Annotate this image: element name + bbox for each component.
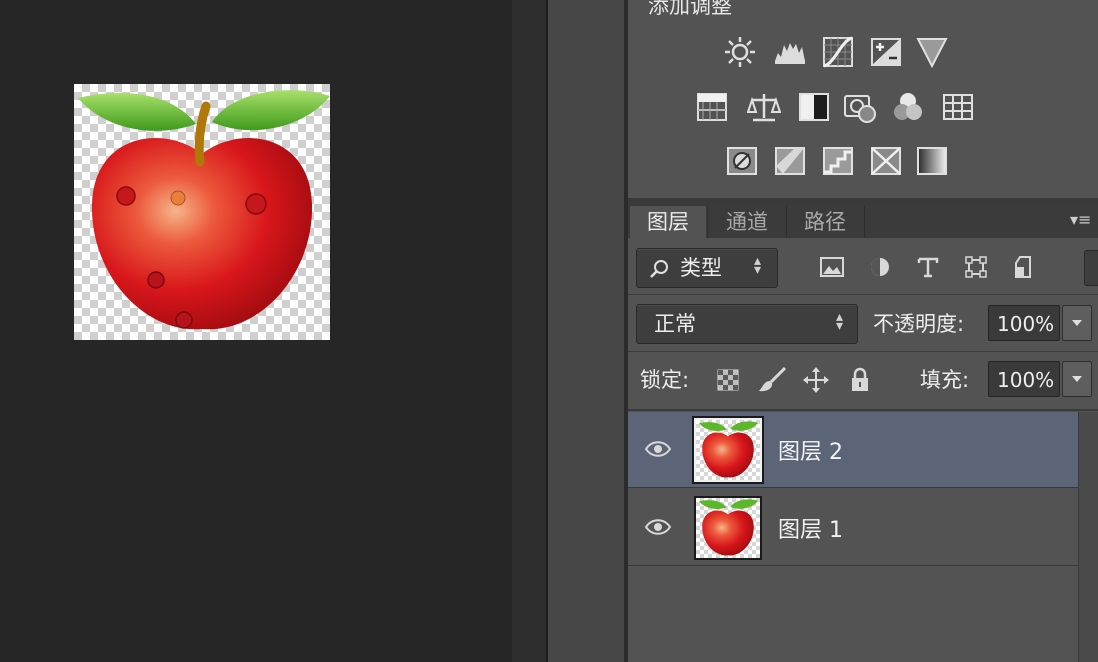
layer-filter-label: 类型 — [680, 256, 722, 280]
channel-mixer-icon[interactable] — [890, 89, 926, 125]
invert-icon[interactable] — [724, 143, 760, 179]
opacity-dropdown-button[interactable] — [1062, 305, 1092, 341]
lock-all-icon[interactable] — [846, 366, 874, 394]
exposure-icon[interactable] — [868, 34, 904, 70]
row-separator — [628, 409, 1098, 411]
tab-channels[interactable]: 通道 — [707, 206, 787, 238]
lock-position-icon[interactable] — [802, 366, 830, 394]
eye-icon[interactable] — [644, 438, 672, 460]
posterize-icon[interactable] — [772, 143, 808, 179]
layer-name[interactable]: 图层 2 — [778, 434, 843, 466]
smart-object-filter-icon[interactable] — [1010, 253, 1038, 281]
panel-separator — [628, 198, 1098, 206]
document-image[interactable] — [74, 84, 330, 340]
opacity-label: 不透明度: — [873, 312, 965, 336]
selective-color-icon[interactable] — [868, 143, 904, 179]
apple-thumbnail — [698, 421, 758, 478]
layer-name[interactable]: 图层 1 — [778, 512, 843, 544]
color-balance-icon[interactable] — [746, 89, 782, 125]
type-filter-icon[interactable] — [914, 253, 942, 281]
brightness-contrast-icon[interactable] — [722, 34, 758, 70]
row-separator — [628, 294, 1098, 295]
vibrance-icon[interactable] — [914, 34, 950, 70]
photo-filter-icon[interactable] — [842, 89, 878, 125]
shape-filter-icon[interactable] — [962, 253, 990, 281]
lock-transparent-pixels-icon[interactable] — [714, 366, 742, 394]
fill-label: 填充: — [920, 368, 970, 392]
layer-thumbnail[interactable] — [692, 416, 764, 484]
collapsed-panel-dock — [548, 0, 624, 662]
updown-arrows-icon: ▴ ▾ — [754, 253, 762, 278]
levels-icon[interactable] — [772, 34, 808, 70]
lock-label: 锁定: — [640, 368, 690, 392]
search-icon — [648, 258, 670, 284]
layer-thumbnail[interactable] — [694, 496, 762, 560]
image-filter-icon[interactable] — [818, 253, 846, 281]
updown-arrows-icon: ▴ ▾ — [836, 309, 844, 334]
eye-icon[interactable] — [644, 516, 672, 538]
layers-empty-area[interactable] — [628, 568, 1078, 662]
lock-image-pixels-icon[interactable] — [758, 366, 786, 394]
apple-artwork — [78, 90, 330, 330]
color-lookup-icon[interactable] — [940, 89, 976, 125]
panel-menu-icon[interactable]: ▾≡ — [1070, 210, 1091, 229]
curves-icon[interactable] — [820, 34, 856, 70]
layers-scrollbar[interactable] — [1078, 412, 1098, 662]
filter-toggle-switch[interactable] — [1084, 250, 1098, 286]
hue-saturation-icon[interactable] — [694, 89, 730, 125]
fill-input[interactable]: 100% — [988, 361, 1060, 397]
apple-thumbnail — [698, 499, 758, 556]
gradient-map-icon[interactable] — [914, 143, 950, 179]
tab-paths[interactable]: 路径 — [786, 206, 865, 238]
threshold-icon[interactable] — [820, 143, 856, 179]
opacity-input[interactable]: 100% — [988, 305, 1060, 341]
fill-dropdown-button[interactable] — [1062, 361, 1092, 397]
canvas-gutter — [512, 0, 546, 662]
chevron-down-icon — [1072, 376, 1082, 382]
row-separator — [628, 351, 1098, 352]
adjustments-title: 添加调整 — [648, 0, 732, 18]
layer-row[interactable]: 图层 1 — [628, 490, 1078, 566]
layer-row[interactable]: 图层 2 — [628, 412, 1078, 488]
chevron-down-icon — [1072, 320, 1082, 326]
adjustment-filter-icon[interactable] — [866, 253, 894, 281]
blend-mode-value: 正常 — [654, 312, 696, 336]
tab-layers[interactable]: 图层 — [630, 206, 706, 238]
black-white-icon[interactable] — [796, 89, 832, 125]
